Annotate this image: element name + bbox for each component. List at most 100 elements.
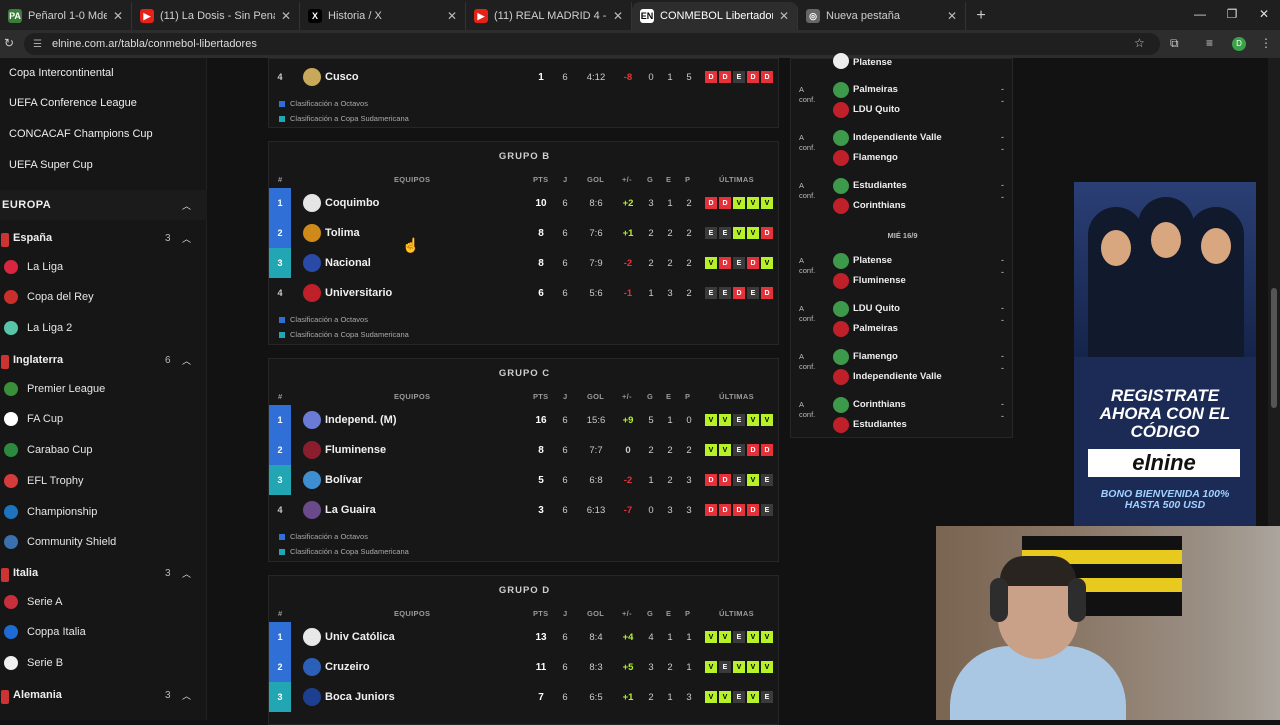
fixture-away-team[interactable]: LDU Quito [853, 104, 900, 115]
minimize-icon[interactable]: — [1184, 0, 1216, 28]
sidebar-country-inglaterra[interactable]: Inglaterra [13, 354, 63, 366]
tab-title: (11) REAL MADRID 4 - 1 REAL S [494, 10, 607, 22]
fixture-away-team[interactable]: Fluminense [853, 275, 906, 286]
goals-cell: 7:7 [589, 445, 603, 456]
team-name[interactable]: Coquimbo [325, 197, 379, 209]
fixture-away-team[interactable]: Corinthians [853, 200, 906, 211]
new-tab-button[interactable]: + [966, 2, 996, 30]
sidebar-item-league[interactable]: EFL Trophy [27, 475, 83, 487]
team-name[interactable]: La Guaira [325, 504, 376, 516]
table-row[interactable]: 3 Bolívar 5 6 6:8 -2 1 2 3 D D E V E [269, 465, 780, 495]
table-header-row: # EQUIPOS PTS J GOL +/- G E P ÚLTIMAS [269, 175, 780, 187]
table-row[interactable]: 3 Nacional 8 6 7:9 -2 2 2 2 V D E D V [269, 248, 780, 278]
table-row[interactable]: 3 Boca Juniors 7 6 6:5 +1 2 1 3 V V E V E [269, 682, 780, 712]
team-name[interactable]: Nacional [325, 257, 371, 269]
tab-close-icon[interactable]: ✕ [113, 9, 123, 23]
sidebar-item-league[interactable]: Carabao Cup [27, 444, 92, 456]
table-row[interactable]: 4 Cusco 1 6 4:12 -8 0 1 5 D D E D D [269, 62, 780, 92]
browser-tab[interactable]: X Historia / X ✕ [300, 2, 466, 30]
fixture-home-team[interactable]: Independiente Valle [853, 132, 942, 143]
fixture-home-team[interactable]: LDU Quito [853, 303, 900, 314]
sidebar-item-league[interactable]: La Liga 2 [27, 322, 72, 334]
sidebar-country-espana[interactable]: España [13, 232, 52, 244]
tab-close-icon[interactable]: ✕ [613, 9, 623, 23]
profile-avatar[interactable]: D [1232, 37, 1246, 51]
restore-icon[interactable]: ❐ [1216, 0, 1248, 28]
team-name[interactable]: Bolívar [325, 474, 362, 486]
chevron-up-icon[interactable]: ︿ [182, 199, 191, 212]
team-name[interactable]: Cruzeiro [325, 661, 370, 673]
reload-icon[interactable]: ↻ [4, 36, 14, 50]
result-badge: V [733, 197, 745, 209]
team-crest-icon [303, 411, 321, 429]
tab-close-icon[interactable]: ✕ [779, 9, 789, 23]
sidebar-item-competition[interactable]: UEFA Conference League [9, 97, 137, 109]
table-row[interactable]: 1 Independ. (M) 16 6 15:6 +9 5 1 0 V V E V V [269, 405, 780, 435]
fixture-home-team[interactable]: Corinthians [853, 399, 906, 410]
table-row[interactable]: 4 La Guaira 3 6 6:13 -7 0 3 3 D D D D E [269, 495, 780, 525]
sidebar-item-league[interactable]: Premier League [27, 383, 105, 395]
chevron-up-icon[interactable]: ︿ [182, 567, 191, 580]
sidebar-section-europa[interactable]: EUROPA [2, 199, 51, 211]
chevron-up-icon[interactable]: ︿ [182, 689, 191, 702]
team-name[interactable]: Tolima [325, 227, 360, 239]
sidebar-item-league[interactable]: Community Shield [27, 536, 116, 548]
browser-tab[interactable]: PA Peñarol 1-0 Mdeo City Torq ✕ [0, 2, 132, 30]
sidebar-item-league[interactable]: Copa del Rey [27, 291, 94, 303]
lost-cell: 3 [686, 692, 692, 703]
team-name[interactable]: Fluminense [325, 444, 386, 456]
table-row[interactable]: 2 Fluminense 8 6 7:7 0 2 2 2 V V E D D [269, 435, 780, 465]
chevron-up-icon[interactable]: ︿ [182, 232, 191, 245]
sidebar-item-league[interactable]: Championship [27, 506, 97, 518]
browser-tab[interactable]: ▶ (11) La Dosis - Sin Pena (Video ✕ [132, 2, 300, 30]
browser-tab[interactable]: EN CONMEBOL Libertadores - Tabl ✕ [632, 2, 798, 30]
sidebar-country-alemania[interactable]: Alemania [13, 689, 62, 701]
fixture-home-team[interactable]: Platense [853, 255, 892, 266]
menu-dots-icon[interactable]: ⋮ [1260, 36, 1272, 50]
sidebar-item-competition[interactable]: UEFA Super Cup [9, 159, 93, 171]
table-row[interactable]: 1 Coquimbo 10 6 8:6 +2 3 1 2 D D V V V [269, 188, 780, 218]
fixture-away-team[interactable]: Palmeiras [853, 323, 898, 334]
tab-close-icon[interactable]: ✕ [947, 9, 957, 23]
team-name[interactable]: Cusco [325, 71, 359, 83]
sidebar-item-league[interactable]: Serie B [27, 657, 63, 669]
chevron-up-icon[interactable]: ︿ [182, 354, 191, 367]
team-name[interactable]: Boca Juniors [325, 691, 395, 703]
ad-banner[interactable]: REGISTRATE AHORA CON EL CÓDIGO elnine BO… [1074, 182, 1256, 532]
result-badge: D [761, 227, 773, 239]
tab-close-icon[interactable]: ✕ [281, 9, 291, 23]
team-name[interactable]: Univ Católica [325, 631, 395, 643]
team-name[interactable]: Universitario [325, 287, 392, 299]
fixture-home-team[interactable]: Estudiantes [853, 180, 907, 191]
bookmark-star-icon[interactable]: ☆ [1134, 36, 1145, 50]
sidebar-item-competition[interactable]: Copa Intercontinental [9, 67, 114, 79]
country-flag-icon [1, 568, 9, 582]
browser-tab[interactable]: ▶ (11) REAL MADRID 4 - 1 REAL S ✕ [466, 2, 632, 30]
sidebar-country-italia[interactable]: Italia [13, 567, 38, 579]
sidebar-item-league[interactable]: Serie A [27, 596, 62, 608]
close-window-icon[interactable]: ✕ [1248, 0, 1280, 28]
site-info-icon[interactable]: ☰ [33, 39, 42, 50]
fixture-home-team[interactable]: Flamengo [853, 351, 898, 362]
sidebar-item-competition[interactable]: CONCACAF Champions Cup [9, 128, 153, 140]
fixture-away-team[interactable]: Independiente Valle [853, 371, 942, 382]
table-row[interactable]: 2 Cruzeiro 11 6 8:3 +5 3 2 1 V E V V V [269, 652, 780, 682]
sidebar-item-league[interactable]: FA Cup [27, 413, 63, 425]
table-row[interactable]: 4 Universitario 6 6 5:6 -1 1 3 2 E E D E D [269, 278, 780, 308]
fixture-away-team[interactable]: Estudiantes [853, 419, 907, 430]
fixture-away-team[interactable]: Flamengo [853, 152, 898, 163]
team-name[interactable]: Independ. (M) [325, 414, 397, 426]
tab-close-icon[interactable]: ✕ [447, 9, 457, 23]
extensions-icon[interactable]: ⧉ [1170, 36, 1179, 51]
media-icon[interactable]: ≡ [1206, 36, 1213, 50]
fixture-team[interactable]: Platense [853, 57, 892, 68]
scrollbar-thumb[interactable] [1271, 288, 1277, 408]
sidebar-item-league[interactable]: Coppa Italia [27, 626, 86, 638]
sidebar-item-league[interactable]: La Liga [27, 261, 63, 273]
result-badge: V [747, 474, 759, 486]
table-row[interactable]: 2 Tolima 8 6 7:6 +1 2 2 2 E E V V D [269, 218, 780, 248]
browser-tab[interactable]: ◎ Nueva pestaña ✕ [798, 2, 966, 30]
fixture-home-team[interactable]: Palmeiras [853, 84, 898, 95]
url-field[interactable]: ☰ elnine.com.ar/tabla/conmebol-libertado… [24, 33, 1160, 55]
table-row[interactable]: 1 Univ Católica 13 6 8:4 +4 4 1 1 V V E V V [269, 622, 780, 652]
